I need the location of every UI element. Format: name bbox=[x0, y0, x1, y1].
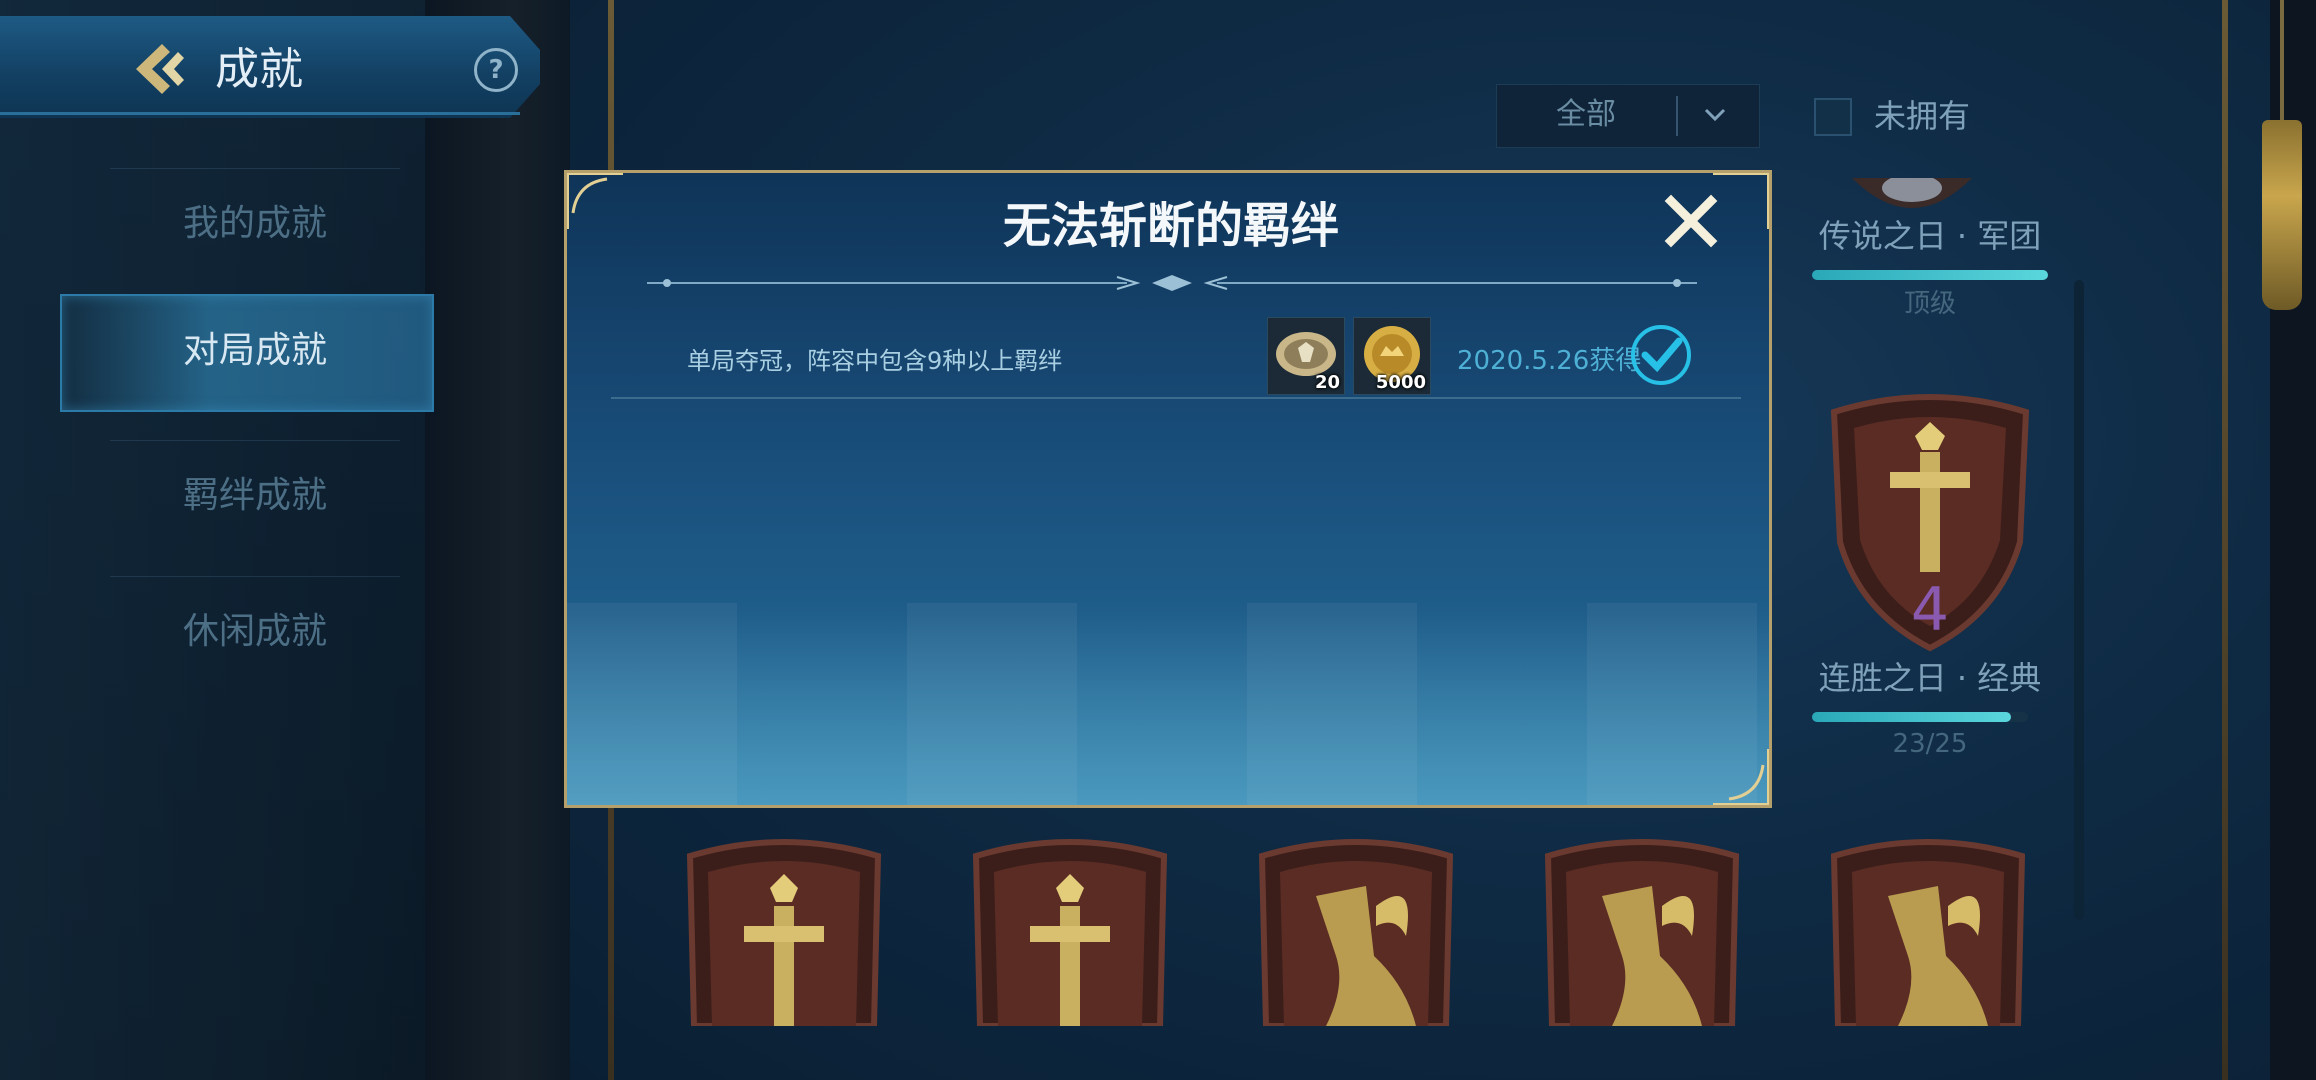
achievement-progress-text: 顶级 bbox=[1903, 289, 1956, 319]
reward-count: 5000 bbox=[1375, 372, 1426, 393]
filter-divider bbox=[1676, 96, 1678, 136]
sword-shield-badge-icon[interactable] bbox=[684, 836, 884, 1026]
legend-badge-icon bbox=[1852, 178, 1972, 208]
achievement-progress-fill bbox=[1812, 270, 2048, 280]
boot-shield-badge-icon[interactable] bbox=[1256, 836, 1456, 1026]
sidebar-item-synergy-achievements[interactable]: 羁绊成就 bbox=[110, 440, 400, 551]
silver-medal-reward-icon: 20 bbox=[1267, 317, 1345, 395]
achievement-progress-fill bbox=[1812, 712, 2011, 722]
boot-shield-badge-icon[interactable] bbox=[1828, 836, 2028, 1026]
boot-shield-badge-icon[interactable] bbox=[1542, 836, 1742, 1026]
sidebar-item-match-achievements[interactable]: 对局成就 bbox=[110, 296, 400, 406]
reward-count: 20 bbox=[1314, 372, 1340, 393]
achievement-detail-dialog: 无法斩断的羁绊 单局夺冠，阵容中包含9种以上羁绊 20 5000 2020.5.… bbox=[564, 170, 1772, 808]
header-trim bbox=[0, 112, 520, 115]
corner-ornament-icon bbox=[1713, 749, 1769, 805]
dialog-floor-pattern bbox=[567, 603, 1769, 805]
board-scrollbar[interactable] bbox=[2074, 280, 2084, 920]
achievement-progress-text: 23/25 bbox=[1892, 729, 1968, 759]
row-divider bbox=[611, 397, 1741, 399]
tassel-cord bbox=[2280, 0, 2284, 130]
not-owned-checkbox[interactable] bbox=[1814, 98, 1852, 136]
close-icon[interactable] bbox=[1663, 193, 1719, 249]
obtained-date: 2020.5.26获得 bbox=[1457, 346, 1642, 376]
not-owned-label: 未拥有 bbox=[1874, 97, 1971, 135]
sword-shield-badge-icon[interactable] bbox=[970, 836, 1170, 1026]
back-arrow-icon[interactable] bbox=[128, 38, 190, 100]
svg-text:4: 4 bbox=[1911, 575, 1949, 645]
sidebar-item-my-achievements[interactable]: 我的成就 bbox=[110, 168, 400, 279]
completed-check-icon bbox=[1631, 325, 1691, 385]
chevron-down-icon[interactable] bbox=[1700, 100, 1730, 130]
title-divider-ornament bbox=[647, 275, 1697, 291]
achievement-description: 单局夺冠，阵容中包含9种以上羁绊 bbox=[687, 347, 1063, 375]
achievement-card-title: 传说之日 · 军团 bbox=[1818, 217, 2042, 255]
sidebar-item-casual-achievements[interactable]: 休闲成就 bbox=[110, 576, 400, 687]
page-title: 成就 bbox=[215, 44, 303, 95]
sidebar-edge bbox=[425, 0, 570, 1080]
filter-selected-value[interactable]: 全部 bbox=[1496, 84, 1676, 146]
tassel-ornament bbox=[2262, 120, 2302, 310]
gold-coin-reward-icon: 5000 bbox=[1353, 317, 1431, 395]
dialog-title: 无法斩断的羁绊 bbox=[1002, 198, 1339, 254]
board-frame-right bbox=[2222, 0, 2228, 1080]
help-icon[interactable]: ? bbox=[474, 48, 518, 92]
streak-sword-badge-icon[interactable]: 4 bbox=[1820, 392, 2040, 652]
achievement-card-title: 连胜之日 · 经典 bbox=[1818, 659, 2042, 697]
